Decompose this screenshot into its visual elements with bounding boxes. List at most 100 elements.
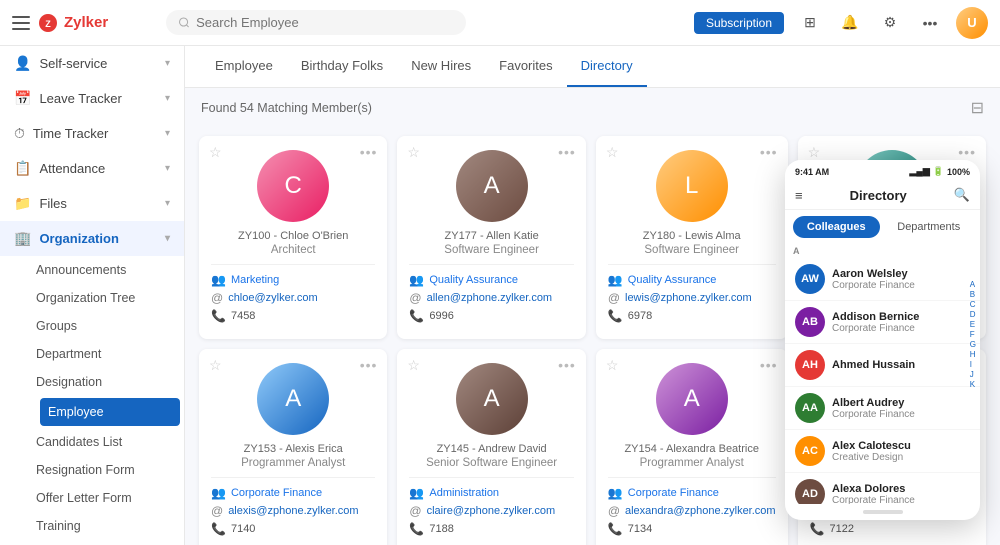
alpha-letter[interactable]: F [970, 330, 976, 339]
sidebar-sub-resignation[interactable]: Resignation Form [36, 456, 184, 484]
mobile-tabs: Colleagues Departments [785, 210, 980, 244]
sidebar-sub-department[interactable]: Department [36, 340, 184, 368]
card-email[interactable]: chloe@zylker.com [228, 292, 317, 304]
tab-directory[interactable]: Directory [567, 46, 647, 87]
mobile-contact-item[interactable]: AC Alex Calotescu Creative Design [785, 430, 980, 473]
card-menu-icon[interactable]: ••• [958, 144, 976, 160]
mobile-contact-item[interactable]: AW Aaron Welsley Corporate Finance [785, 258, 980, 301]
star-icon[interactable]: ☆ [808, 144, 821, 161]
card-menu-icon[interactable]: ••• [360, 357, 378, 373]
card-menu-icon[interactable]: ••• [760, 144, 778, 160]
card-dept[interactable]: Corporate Finance [231, 487, 322, 499]
card-email[interactable]: allen@zphone.zylker.com [427, 292, 553, 304]
self-service-icon: 👤 [14, 55, 31, 72]
alpha-letter[interactable]: H [970, 350, 976, 359]
card-dept[interactable]: Quality Assurance [429, 274, 518, 286]
employee-card[interactable]: ☆ ••• A ZY177 - Allen Katie Software Eng… [397, 136, 585, 339]
user-avatar[interactable]: U [956, 7, 988, 39]
mobile-search-icon[interactable]: 🔍 [954, 187, 970, 203]
mobile-menu-icon[interactable]: ≡ [795, 188, 803, 203]
card-dept[interactable]: Administration [429, 487, 499, 499]
employee-card[interactable]: ☆ ••• C ZY100 - Chloe O'Brien Architect … [199, 136, 387, 339]
tab-new-hires[interactable]: New Hires [397, 46, 485, 87]
tab-employee[interactable]: Employee [201, 46, 287, 87]
card-email-row: @ allen@zphone.zylker.com [409, 291, 573, 305]
more-icon[interactable]: ••• [916, 9, 944, 37]
sidebar-sub-candidates[interactable]: Candidates List [36, 428, 184, 456]
card-email[interactable]: claire@zphone.zylker.com [427, 505, 556, 517]
alpha-letter[interactable]: G [970, 340, 976, 349]
card-divider [409, 477, 573, 478]
alpha-letter[interactable]: B [970, 290, 976, 299]
sidebar-sub-employee[interactable]: Employee [40, 398, 180, 426]
alpha-letter[interactable]: A [970, 280, 976, 289]
filter-icon[interactable]: ⊟ [971, 98, 984, 118]
dept-icon: 👥 [211, 486, 226, 500]
sidebar-sub-announcements[interactable]: Announcements [36, 256, 184, 284]
sidebar-sub-training[interactable]: Training [36, 512, 184, 540]
employee-card[interactable]: ☆ ••• A ZY154 - Alexandra Beatrice Progr… [596, 349, 788, 545]
search-bar[interactable] [166, 10, 466, 35]
card-email[interactable]: alexis@zphone.zylker.com [228, 505, 358, 517]
card-info: 👥 Quality Assurance @ allen@zphone.zylke… [409, 273, 573, 327]
card-menu-icon[interactable]: ••• [360, 144, 378, 160]
card-menu-icon[interactable]: ••• [558, 357, 576, 373]
mobile-contact-item[interactable]: AD Alexa Dolores Corporate Finance [785, 473, 980, 504]
alpha-letter[interactable]: K [970, 380, 976, 389]
card-dept-row: 👥 Administration [409, 486, 573, 500]
mobile-contact-name: Alexa Dolores [832, 483, 970, 495]
employee-card[interactable]: ☆ ••• A ZY145 - Andrew David Senior Soft… [397, 349, 585, 545]
employee-card[interactable]: ☆ ••• L ZY180 - Lewis Alma Software Engi… [596, 136, 788, 339]
settings-icon[interactable]: ⚙ [876, 9, 904, 37]
employee-card[interactable]: ☆ ••• A ZY153 - Alexis Erica Programmer … [199, 349, 387, 545]
mobile-contact-item[interactable]: AB Addison Bernice Corporate Finance [785, 301, 980, 344]
sidebar-item-attendance[interactable]: 📋 Attendance ▾ [0, 151, 184, 186]
card-emp-id: ZY100 - Chloe O'Brien [238, 230, 348, 242]
sidebar-item-self-service[interactable]: 👤 Self-service ▾ [0, 46, 184, 81]
alpha-letter[interactable]: J [970, 370, 976, 379]
star-icon[interactable]: ☆ [606, 357, 619, 374]
card-emp-id: ZY153 - Alexis Erica [244, 443, 343, 455]
subscription-button[interactable]: Subscription [694, 12, 784, 34]
grid-icon[interactable]: ⊞ [796, 9, 824, 37]
mobile-tab-departments[interactable]: Departments [886, 216, 973, 238]
card-divider [409, 264, 573, 265]
card-menu-icon[interactable]: ••• [558, 144, 576, 160]
card-dept[interactable]: Marketing [231, 274, 279, 286]
sidebar-sub-designation[interactable]: Designation [36, 368, 184, 396]
tab-favorites[interactable]: Favorites [485, 46, 566, 87]
star-icon[interactable]: ☆ [209, 357, 222, 374]
star-icon[interactable]: ☆ [209, 144, 222, 161]
mobile-contact-item[interactable]: AH Ahmed Hussain [785, 344, 980, 387]
card-menu-icon[interactable]: ••• [760, 357, 778, 373]
tab-birthday-folks[interactable]: Birthday Folks [287, 46, 397, 87]
card-avatar: A [456, 363, 528, 435]
card-info: 👥 Administration @ claire@zphone.zylker.… [409, 486, 573, 540]
sidebar-sub-groups[interactable]: Groups [36, 312, 184, 340]
alpha-letter[interactable]: E [970, 320, 976, 329]
sidebar-sub-offer-letter[interactable]: Offer Letter Form [36, 484, 184, 512]
email-icon: @ [409, 291, 421, 305]
alpha-letter[interactable]: C [970, 300, 976, 309]
card-dept-row: 👥 Quality Assurance [409, 273, 573, 287]
alpha-letter[interactable]: D [970, 310, 976, 319]
sidebar-item-leave-tracker[interactable]: 📅 Leave Tracker ▾ [0, 81, 184, 116]
sidebar-item-files[interactable]: 📁 Files ▾ [0, 186, 184, 221]
card-email[interactable]: alexandra@zphone.zylker.com [625, 505, 776, 517]
card-dept[interactable]: Quality Assurance [628, 274, 717, 286]
search-input[interactable] [196, 15, 454, 30]
bell-icon[interactable]: 🔔 [836, 9, 864, 37]
sidebar-sub-employment-proof[interactable]: Employment Proof Le... [36, 540, 184, 545]
card-email[interactable]: lewis@zphone.zylker.com [625, 292, 752, 304]
sidebar-sub-org-tree[interactable]: Organization Tree [36, 284, 184, 312]
star-icon[interactable]: ☆ [407, 144, 420, 161]
mobile-contact-item[interactable]: AA Albert Audrey Corporate Finance [785, 387, 980, 430]
hamburger-menu[interactable] [12, 16, 30, 30]
sidebar-item-organization[interactable]: 🏢 Organization ▾ [0, 221, 184, 256]
star-icon[interactable]: ☆ [606, 144, 619, 161]
mobile-tab-colleagues[interactable]: Colleagues [793, 216, 880, 238]
sidebar-item-time-tracker[interactable]: ⏱ Time Tracker ▾ [0, 116, 184, 151]
star-icon[interactable]: ☆ [407, 357, 420, 374]
card-dept[interactable]: Corporate Finance [628, 487, 719, 499]
alpha-letter[interactable]: I [970, 360, 976, 369]
